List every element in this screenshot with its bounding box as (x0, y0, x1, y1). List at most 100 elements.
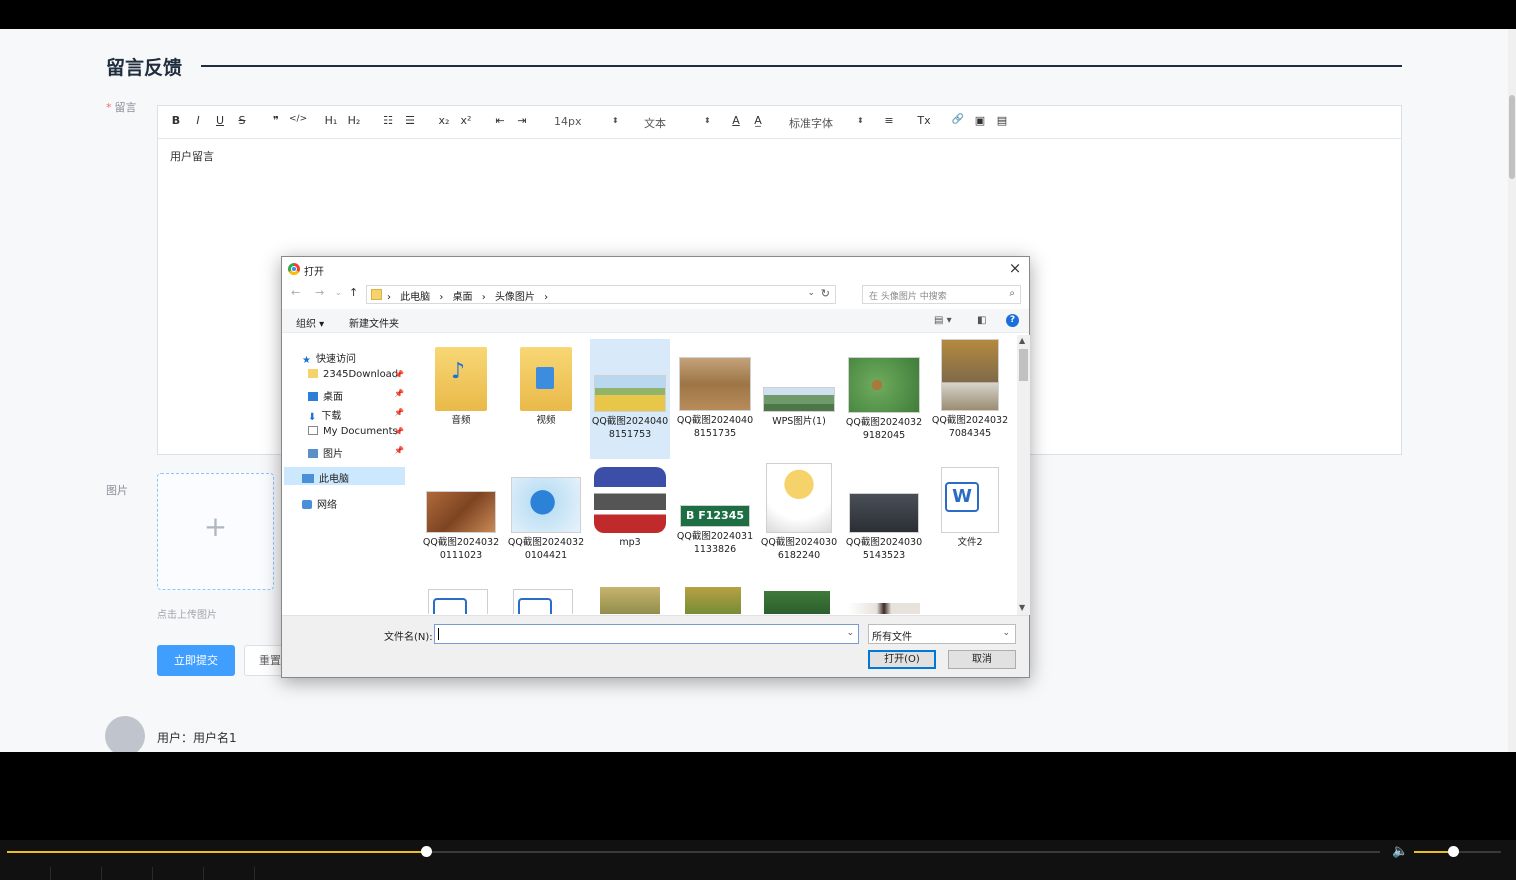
file-open-dialog: 打开 × ← → ⌄ ↑ › 此电脑 › 桌面 › 头像图片 › ⌄ ↻ 在 头… (281, 256, 1030, 678)
view-options-icon[interactable]: ▤ ▾ (934, 315, 952, 326)
file-item[interactable]: B F12345 QQ截图20240311133826 (675, 505, 755, 556)
scroll-down-icon[interactable]: ▼ (1019, 603, 1025, 612)
horse-thumbnail (941, 339, 999, 411)
align-button[interactable]: ≡ (881, 114, 897, 127)
paragraph-select[interactable]: 文本 ⬍ (644, 115, 711, 131)
new-folder-button[interactable]: 新建文件夹 (349, 315, 399, 330)
cancel-button[interactable]: 取消 (948, 650, 1016, 669)
file-item-audio-folder[interactable]: ♪ 音频 (421, 347, 501, 427)
nav-quick-access[interactable]: ★ 快速访问 (302, 350, 356, 366)
filename-input[interactable]: ⌄ (434, 624, 859, 644)
file-list-scroll-thumb[interactable] (1019, 349, 1028, 381)
desktop-icon (308, 392, 318, 401)
strike-button[interactable]: S (234, 114, 250, 127)
breadcrumb-item[interactable]: 头像图片 (495, 292, 535, 303)
back-arrow-icon[interactable]: ← (291, 286, 300, 299)
submit-button[interactable]: 立即提交 (157, 645, 235, 676)
page-scrollbar[interactable] (1508, 29, 1516, 752)
segment-divider (254, 867, 255, 880)
upload-hint: 点击上传图片 (157, 610, 217, 621)
forward-arrow-icon[interactable]: → (315, 286, 324, 299)
nav-item-desktop[interactable]: 桌面 (308, 388, 343, 403)
editor-content[interactable]: 用户留言 (158, 139, 1401, 173)
preview-pane-icon[interactable]: ◧ (977, 315, 986, 326)
font-select[interactable]: 标准字体 ⬍ (789, 115, 864, 131)
file-item[interactable]: QQ截图20240408151735 (675, 357, 755, 440)
volume-icon[interactable]: 🔈 (1392, 844, 1408, 859)
document-thumbnail-partial (513, 589, 573, 614)
ordered-list-button[interactable]: ☷ (380, 114, 396, 127)
italic-button[interactable]: I (190, 114, 206, 127)
segment-divider (152, 867, 153, 880)
nav-this-pc[interactable]: 此电脑 (302, 470, 349, 485)
nav-item-downloads[interactable]: ⬇ 下载 (308, 407, 341, 423)
file-list-scrollbar[interactable]: ▲ ▼ (1017, 335, 1030, 615)
nav-item-2345download[interactable]: 2345Download (308, 369, 398, 380)
straw-thumbnail (426, 491, 496, 533)
outdent-button[interactable]: ⇤ (492, 114, 508, 127)
nav-item-my-documents[interactable]: My Documents (308, 426, 398, 437)
breadcrumb-sep: › (439, 292, 444, 303)
indent-button[interactable]: ⇥ (514, 114, 530, 127)
file-item[interactable]: QQ截图20240327084345 (930, 339, 1010, 440)
video-button[interactable]: ▤ (994, 114, 1010, 127)
pin-icon: 📌 (394, 427, 404, 436)
size-select-value: 14px (554, 115, 582, 128)
subscript-button[interactable]: x₂ (436, 114, 452, 127)
code-button[interactable]: </> (289, 114, 307, 124)
word-document-icon: W (941, 467, 999, 533)
h1-button[interactable]: H₁ (323, 114, 339, 127)
volume-knob[interactable] (1448, 846, 1459, 857)
quote-button[interactable]: ❞ (268, 114, 284, 127)
image-button[interactable]: ▣ (972, 114, 988, 127)
superscript-button[interactable]: x² (458, 114, 474, 127)
breadcrumb-item[interactable]: 此电脑 (400, 292, 430, 303)
nav-label: My Documents (323, 426, 398, 437)
bullet-list-button[interactable]: ☰ (402, 114, 418, 127)
message-label: * 留言 (106, 99, 137, 115)
refresh-icon[interactable]: ↻ (821, 287, 830, 300)
file-item-video-folder[interactable]: 视频 (506, 347, 586, 427)
search-input[interactable]: 在 头像图片 中搜索 ⌕ (862, 285, 1021, 304)
close-icon[interactable]: × (1007, 259, 1023, 277)
address-dropdown-icon[interactable]: ⌄ (807, 288, 815, 298)
nav-item-pictures[interactable]: 图片 (308, 445, 343, 460)
clean-format-button[interactable]: Tx (916, 114, 932, 127)
file-item[interactable]: QQ截图20240320104421 (506, 477, 586, 562)
file-item[interactable]: W 文件2 (930, 467, 1010, 549)
file-item[interactable]: QQ截图20240329182045 (844, 357, 924, 442)
breadcrumb: › 此电脑 › 桌面 › 头像图片 › (387, 288, 554, 303)
organize-menu[interactable]: 组织 ▾ (296, 315, 324, 330)
filetype-dropdown-icon: ⌄ (1002, 628, 1010, 638)
scroll-up-icon[interactable]: ▲ (1019, 336, 1025, 345)
file-item[interactable]: QQ截图20240305143523 (844, 493, 924, 562)
text-color-button[interactable]: A (728, 114, 744, 127)
image-uploader[interactable]: + (157, 473, 274, 590)
help-icon[interactable]: ? (1006, 314, 1019, 327)
background-color-button[interactable]: A̲ (750, 114, 766, 127)
file-item-selected[interactable]: QQ截图20240408151753 (590, 339, 670, 459)
underline-button[interactable]: U (212, 114, 228, 127)
segment-divider (101, 867, 102, 880)
file-item[interactable]: mp3 (590, 467, 670, 549)
bold-button[interactable]: B (168, 114, 184, 127)
folder-icon (371, 289, 382, 300)
file-item[interactable]: QQ截图20240306182240 (759, 463, 839, 562)
breadcrumb-item[interactable]: 桌面 (453, 292, 473, 303)
file-item[interactable]: WPS图片(1) (759, 387, 839, 428)
filetype-select[interactable]: 所有文件 ⌄ (868, 624, 1016, 644)
up-arrow-icon[interactable]: ↑ (349, 286, 358, 299)
filename-dropdown-icon[interactable]: ⌄ (846, 628, 854, 638)
size-select[interactable]: 14px ⬍ (554, 115, 619, 128)
h2-button[interactable]: H₂ (346, 114, 362, 127)
open-button[interactable]: 打开(O) (868, 650, 936, 669)
page-scroll-thumb[interactable] (1509, 95, 1515, 179)
recent-chevron-icon[interactable]: ⌄ (335, 288, 342, 297)
nav-network[interactable]: 网络 (302, 496, 337, 511)
link-button[interactable]: 🔗 (950, 114, 966, 125)
file-name: QQ截图20240320111023 (422, 537, 500, 561)
file-item[interactable]: QQ截图20240320111023 (421, 491, 501, 562)
progress-knob[interactable] (421, 846, 432, 857)
address-bar[interactable]: › 此电脑 › 桌面 › 头像图片 › ⌄ ↻ (366, 285, 836, 304)
computer-icon (302, 474, 314, 483)
